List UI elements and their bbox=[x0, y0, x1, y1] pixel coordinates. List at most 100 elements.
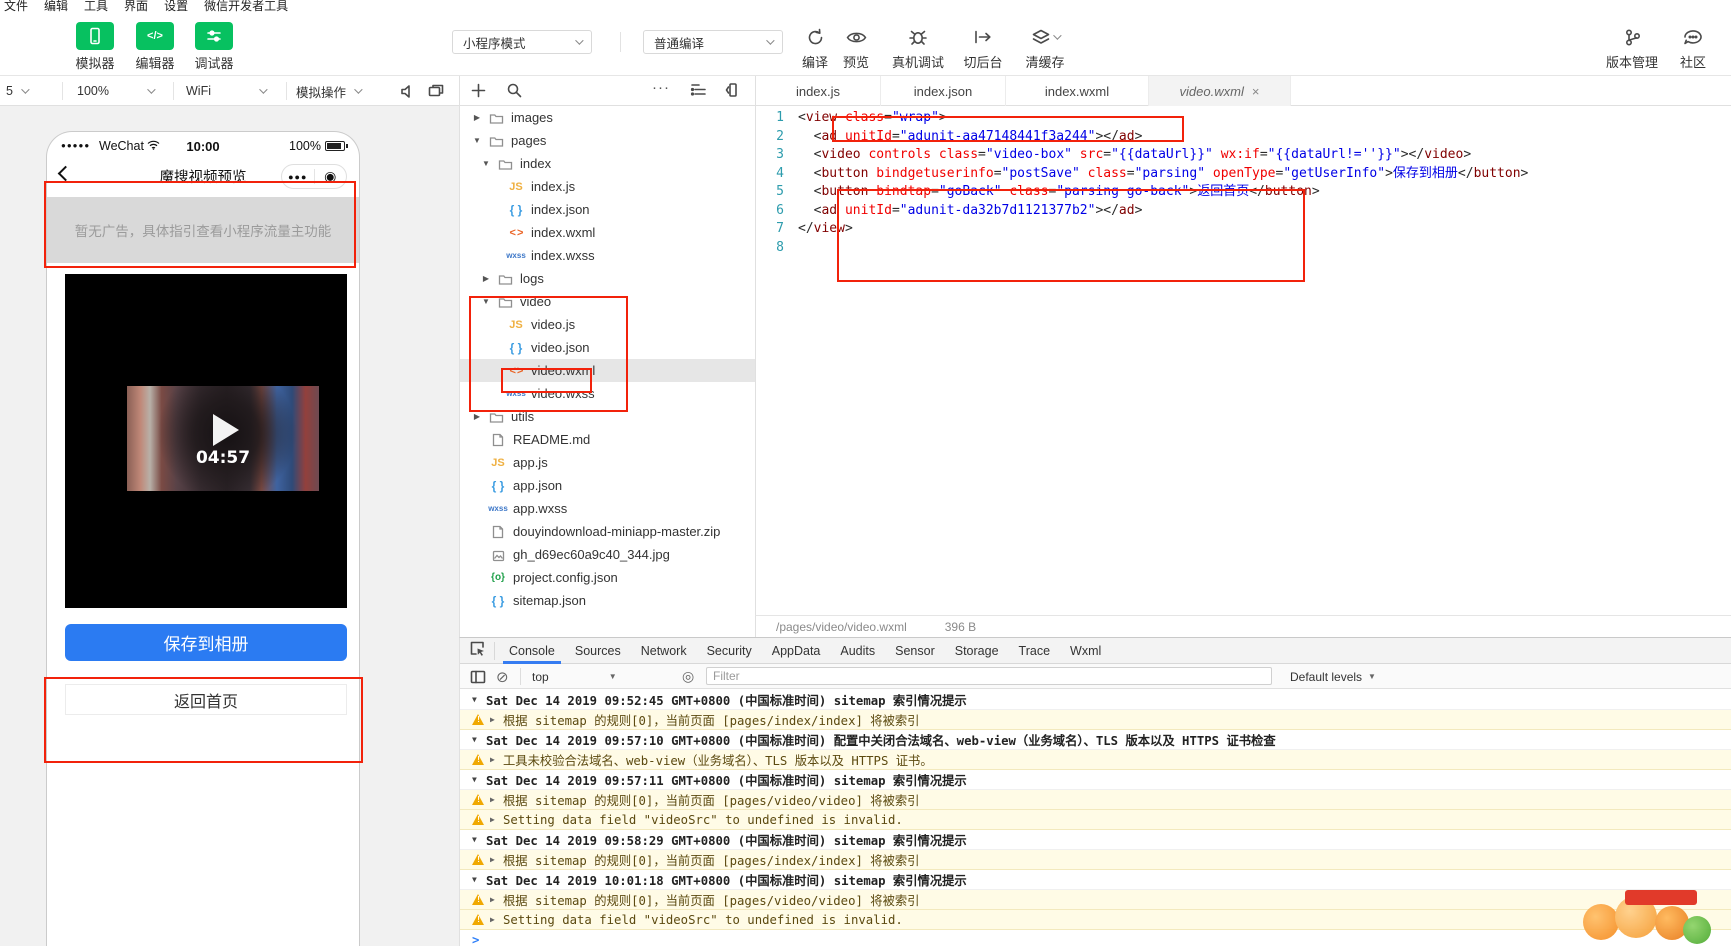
tree-item-douyindownload-miniapp-master.zip[interactable]: douyindownload-miniapp-master.zip bbox=[460, 520, 755, 543]
expand-arrow-icon[interactable]: ▼ bbox=[472, 835, 486, 844]
collapse-arrow-icon[interactable]: ▶ bbox=[490, 755, 503, 764]
console-log-row-warn[interactable]: ! ▶ 工具未校验合法域名、web-view（业务域名）、TLS 版本以及 HTTP… bbox=[460, 750, 1731, 770]
console-log-row-warn[interactable]: ! ▶ Setting data field "videoSrc" to undef… bbox=[460, 810, 1731, 830]
console-tab-appdata[interactable]: AppData bbox=[762, 638, 831, 664]
new-file-button[interactable] bbox=[470, 82, 487, 104]
simulator-button[interactable]: 模拟器 bbox=[71, 22, 119, 72]
code-line-1[interactable]: 1 <view class="wrap"> bbox=[756, 109, 1731, 128]
mode-select[interactable]: 小程序模式 bbox=[452, 30, 592, 54]
collapse-all-icon[interactable] bbox=[724, 82, 740, 103]
console-prompt[interactable]: > bbox=[472, 933, 479, 946]
menu-interface[interactable]: 界面 bbox=[124, 0, 148, 14]
console-tab-console[interactable]: Console bbox=[499, 638, 565, 664]
preview-button[interactable]: 预览 bbox=[834, 24, 878, 71]
code-line-6[interactable]: 6 <ad unitId="adunit-da32b7d1121377b2"><… bbox=[756, 202, 1731, 221]
search-icon[interactable] bbox=[506, 82, 523, 104]
tree-item-index.js[interactable]: JS index.js bbox=[460, 175, 755, 198]
tree-item-gh_d69ec60a9c40_344.jpg[interactable]: gh_d69ec60a9c40_344.jpg bbox=[460, 543, 755, 566]
expand-arrow-icon[interactable]: ▼ bbox=[472, 695, 486, 704]
tree-item-pages[interactable]: ▼ pages bbox=[460, 129, 755, 152]
tree-item-README.md[interactable]: README.md bbox=[460, 428, 755, 451]
code-line-7[interactable]: 7 </view> bbox=[756, 220, 1731, 239]
tab-index-js[interactable]: index.js bbox=[756, 76, 881, 106]
menu-edit[interactable]: 编辑 bbox=[44, 0, 68, 14]
tree-item-index.wxml[interactable]: < > index.wxml bbox=[460, 221, 755, 244]
tree-item-project.config.json[interactable]: {o} project.config.json bbox=[460, 566, 755, 589]
chevron-down-icon[interactable]: ▼ bbox=[481, 159, 491, 168]
sidebar-toggle-icon[interactable] bbox=[470, 664, 486, 689]
video-player[interactable]: 04:57 bbox=[65, 274, 347, 608]
chevron-down-icon[interactable]: ▼ bbox=[481, 297, 491, 306]
expand-arrow-icon[interactable]: ▼ bbox=[472, 735, 486, 744]
code-line-2[interactable]: 2 <ad unitId="adunit-aa47148441f3a244"><… bbox=[756, 128, 1731, 147]
tree-item-app.json[interactable]: { } app.json bbox=[460, 474, 755, 497]
console-log-row-warn[interactable]: ! ▶ 根据 sitemap 的规则[0]，当前页面 [pages/video/vi… bbox=[460, 790, 1731, 810]
clear-console-icon[interactable]: ⊘ bbox=[496, 664, 509, 689]
code-line-8[interactable]: 8 bbox=[756, 239, 1731, 258]
back-to-home-button[interactable]: 返回首页 bbox=[65, 684, 347, 715]
collapse-arrow-icon[interactable]: ▶ bbox=[490, 795, 503, 804]
console-tab-storage[interactable]: Storage bbox=[945, 638, 1009, 664]
console-log-row-warn[interactable]: ! ▶ 根据 sitemap 的规则[0]，当前页面 [pages/index/in… bbox=[460, 710, 1731, 730]
tree-item-video.js[interactable]: JS video.js bbox=[460, 313, 755, 336]
tab-index-wxml[interactable]: index.wxml bbox=[1006, 76, 1149, 106]
tree-item-index.json[interactable]: { } index.json bbox=[460, 198, 755, 221]
code-line-4[interactable]: 4 <button bindgetuserinfo="postSave" cla… bbox=[756, 165, 1731, 184]
menu-tools[interactable]: 工具 bbox=[84, 0, 108, 14]
outline-icon[interactable] bbox=[690, 82, 707, 102]
menu-file[interactable]: 文件 bbox=[4, 0, 28, 14]
code-line-3[interactable]: 3 <video controls class="video-box" src=… bbox=[756, 146, 1731, 165]
console-log-row-group[interactable]: ▼ Sat Dec 14 2019 10:01:18 GMT+0800 (中国标准… bbox=[460, 870, 1731, 890]
tree-item-index[interactable]: ▼ index bbox=[460, 152, 755, 175]
tree-item-index.wxss[interactable]: wxss index.wxss bbox=[460, 244, 755, 267]
simulate-action-select[interactable]: 模拟操作 bbox=[296, 76, 388, 106]
code-line-5[interactable]: 5 <button bindtap="goBack" class="parsin… bbox=[756, 183, 1731, 202]
close-icon[interactable]: × bbox=[1252, 84, 1260, 99]
tree-item-utils[interactable]: ▶ utils bbox=[460, 405, 755, 428]
inspect-element-icon[interactable] bbox=[460, 640, 494, 662]
network-select[interactable]: WiFi bbox=[186, 76, 278, 106]
collapse-arrow-icon[interactable]: ▶ bbox=[490, 815, 503, 824]
menu-devtools[interactable]: 微信开发者工具 bbox=[204, 0, 288, 14]
zoom-select[interactable]: 100% bbox=[77, 76, 165, 106]
community-button[interactable]: 社区 bbox=[1672, 24, 1714, 71]
clear-cache-button[interactable]: 清缓存 bbox=[1018, 24, 1072, 71]
play-icon[interactable] bbox=[213, 414, 239, 446]
minimize-target-icon[interactable]: ◉ bbox=[315, 165, 347, 188]
console-log-row-group[interactable]: ▼ Sat Dec 14 2019 09:57:11 GMT+0800 (中国标准… bbox=[460, 770, 1731, 790]
tree-item-video.json[interactable]: { } video.json bbox=[460, 336, 755, 359]
context-select[interactable]: top ▼ bbox=[532, 664, 617, 689]
eye-icon[interactable]: ◎ bbox=[682, 664, 694, 689]
mute-button[interactable] bbox=[400, 76, 416, 106]
console-log-row-group[interactable]: ▼ Sat Dec 14 2019 09:52:45 GMT+0800 (中国标准… bbox=[460, 690, 1731, 710]
chevron-right-icon[interactable]: ▶ bbox=[481, 274, 491, 283]
console-tab-sources[interactable]: Sources bbox=[565, 638, 631, 664]
console-tab-audits[interactable]: Audits bbox=[830, 638, 885, 664]
expand-arrow-icon[interactable]: ▼ bbox=[472, 775, 486, 784]
detach-window-button[interactable] bbox=[428, 76, 444, 106]
collapse-arrow-icon[interactable]: ▶ bbox=[490, 915, 503, 924]
log-levels-select[interactable]: Default levels ▼ bbox=[1290, 664, 1376, 689]
collapse-arrow-icon[interactable]: ▶ bbox=[490, 855, 503, 864]
debugger-button[interactable]: 调试器 bbox=[190, 22, 238, 72]
version-manage-button[interactable]: 版本管理 bbox=[1603, 24, 1661, 71]
tree-item-video.wxss[interactable]: wxss video.wxss bbox=[460, 382, 755, 405]
video-thumbnail[interactable]: 04:57 bbox=[127, 386, 319, 491]
tab-video-wxml[interactable]: video.wxml × bbox=[1149, 76, 1291, 106]
more-icon[interactable]: ··· bbox=[652, 79, 670, 96]
tree-item-video[interactable]: ▼ video bbox=[460, 290, 755, 313]
console-log-row-warn[interactable]: ! ▶ 根据 sitemap 的规则[0]，当前页面 [pages/video/vi… bbox=[460, 890, 1731, 910]
chevron-right-icon[interactable]: ▶ bbox=[472, 113, 482, 122]
editor-button[interactable]: </> 编辑器 bbox=[131, 22, 179, 72]
compile-mode-select[interactable]: 普通编译 bbox=[643, 30, 783, 54]
save-to-album-button[interactable]: 保存到相册 bbox=[65, 624, 347, 661]
tree-item-logs[interactable]: ▶ logs bbox=[460, 267, 755, 290]
switch-background-button[interactable]: 切后台 bbox=[958, 24, 1008, 71]
tree-item-sitemap.json[interactable]: { } sitemap.json bbox=[460, 589, 755, 612]
tree-item-app.js[interactable]: JS app.js bbox=[460, 451, 755, 474]
console-log-row-group[interactable]: ▼ Sat Dec 14 2019 09:58:29 GMT+0800 (中国标准… bbox=[460, 830, 1731, 850]
chevron-down-icon[interactable]: ▼ bbox=[472, 136, 482, 145]
capsule-menu[interactable]: ●●● ◉ bbox=[281, 164, 347, 189]
menu-settings[interactable]: 设置 bbox=[164, 0, 188, 14]
compile-button[interactable]: 编译 bbox=[793, 24, 837, 71]
